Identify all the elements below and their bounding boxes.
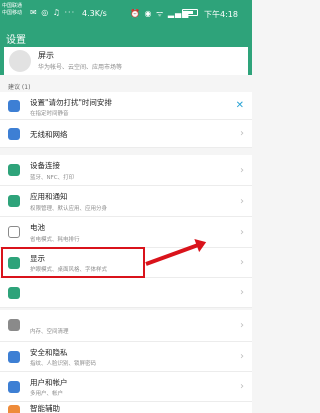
system-status-icons: ⏰ ◉ ᯤ ▂▄▆ bbox=[130, 9, 190, 18]
avatar bbox=[9, 50, 31, 72]
wifi-icon bbox=[8, 128, 20, 140]
account-card[interactable]: 屏示 华为帐号、云空间、应用市场等 bbox=[4, 47, 248, 75]
settings-item-subtitle: 省电模式、耗电排行 bbox=[30, 237, 80, 243]
apps-grid-icon bbox=[8, 195, 20, 207]
battery-icon bbox=[8, 226, 20, 238]
battery-icon bbox=[182, 9, 198, 16]
settings-item-wireless-network[interactable]: 无线和网络 › bbox=[0, 120, 252, 148]
settings-item-battery[interactable]: 电池 省电模式、耗电排行 › bbox=[0, 217, 252, 248]
settings-item-subtitle: 多用户、帐户 bbox=[30, 391, 64, 397]
suggestion-title: 设置"请勿打扰"时间安排 bbox=[30, 98, 112, 107]
carrier-info: 中国联通 中国移动 bbox=[2, 3, 22, 17]
user-icon bbox=[8, 381, 20, 393]
assist-icon bbox=[8, 405, 20, 413]
shield-icon bbox=[8, 351, 20, 363]
settings-item-title: 智能辅助 bbox=[30, 404, 60, 413]
settings-item-storage[interactable]: 内存、空间清理 › bbox=[0, 310, 252, 342]
settings-item-security-privacy[interactable]: 安全和隐私 指纹、人脸识别、锁屏密码 › bbox=[0, 342, 252, 372]
chevron-right-icon: › bbox=[240, 165, 244, 176]
settings-item-subtitle: 权限管理、默认应用、应用分身 bbox=[30, 206, 108, 212]
carrier-2: 中国移动 bbox=[2, 10, 23, 16]
settings-item-device-connection[interactable]: 设备连接 蓝牙、NFC、打印 › bbox=[0, 155, 252, 186]
carrier-1: 中国联通 bbox=[2, 3, 23, 9]
notification-icons: ✉ ◎ ♫ ··· bbox=[30, 8, 76, 17]
title-bar: 设置 bbox=[0, 27, 252, 47]
account-title: 屏示 bbox=[38, 51, 54, 60]
suggestion-dnd[interactable]: 设置"请勿打扰"时间安排 在指定时间静音 ✕ bbox=[0, 92, 252, 120]
settings-screen: 中国联通 中国移动 ✉ ◎ ♫ ··· 4.3K/s ⏰ ◉ ᯤ ▂▄▆ 下午4… bbox=[0, 0, 252, 413]
display-highlight-box bbox=[1, 247, 145, 278]
account-subtitle: 华为帐号、云空间、应用市场等 bbox=[38, 64, 123, 71]
close-icon[interactable]: ✕ bbox=[236, 100, 244, 111]
chevron-right-icon: › bbox=[240, 128, 244, 139]
settings-item-subtitle: 指纹、人脸识别、锁屏密码 bbox=[30, 361, 97, 367]
device-connection-icon bbox=[8, 164, 20, 176]
chevron-right-icon: › bbox=[240, 381, 244, 392]
chevron-right-icon: › bbox=[240, 227, 244, 238]
chevron-right-icon: › bbox=[240, 257, 244, 268]
status-bar: 中国联通 中国移动 ✉ ◎ ♫ ··· 4.3K/s ⏰ ◉ ᯤ ▂▄▆ 下午4… bbox=[0, 0, 252, 27]
settings-item-apps-notifications[interactable]: 应用和通知 权限管理、默认应用、应用分身 › bbox=[0, 186, 252, 217]
settings-item-title: 用户和帐户 bbox=[30, 378, 68, 387]
page-title: 设置 bbox=[6, 35, 26, 46]
account-area: 屏示 华为帐号、云空间、应用市场等 bbox=[0, 47, 252, 75]
settings-item-subtitle: 内存、空间清理 bbox=[30, 329, 69, 335]
moon-icon bbox=[8, 100, 20, 112]
settings-item-title: 电池 bbox=[30, 223, 45, 232]
storage-icon bbox=[8, 319, 20, 331]
network-speed: 4.3K/s bbox=[82, 9, 107, 18]
sound-icon bbox=[8, 287, 20, 299]
settings-item-users-accounts[interactable]: 用户和帐户 多用户、帐户 › bbox=[0, 372, 252, 402]
clock: 下午4:18 bbox=[204, 10, 238, 19]
suggestions-label: 建议 (1) bbox=[8, 84, 31, 91]
settings-item-title: 安全和隐私 bbox=[30, 348, 68, 357]
suggestion-subtitle: 在指定时间静音 bbox=[30, 111, 69, 117]
settings-item-title: 无线和网络 bbox=[30, 130, 68, 139]
settings-item-smart-assistance[interactable]: 智能辅助 bbox=[0, 402, 252, 413]
settings-item-sound[interactable]: › bbox=[0, 278, 252, 308]
settings-item-title: 设备连接 bbox=[30, 161, 60, 170]
chevron-right-icon: › bbox=[240, 196, 244, 207]
chevron-right-icon: › bbox=[240, 320, 244, 331]
chevron-right-icon: › bbox=[240, 287, 244, 298]
chevron-right-icon: › bbox=[240, 351, 244, 362]
settings-item-title: 应用和通知 bbox=[30, 192, 68, 201]
settings-item-subtitle: 蓝牙、NFC、打印 bbox=[30, 175, 75, 181]
